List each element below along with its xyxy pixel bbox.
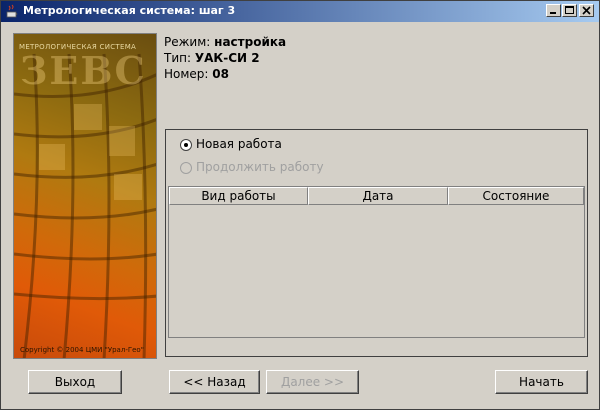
start-button[interactable]: Начать: [495, 370, 588, 394]
type-line: Тип: УАК-СИ 2: [164, 51, 260, 65]
java-app-icon: [5, 4, 19, 18]
mode-label: Режим:: [164, 35, 211, 49]
column-header-status[interactable]: Состояние: [448, 187, 584, 205]
mode-value: настройка: [214, 35, 287, 49]
close-button[interactable]: [579, 4, 594, 17]
close-icon: [582, 6, 591, 15]
maximize-button[interactable]: [562, 4, 577, 17]
number-value: 08: [212, 67, 229, 81]
minimize-icon: [550, 12, 556, 14]
number-label: Номер:: [164, 67, 209, 81]
maximize-icon: [565, 6, 574, 14]
works-table[interactable]: Вид работы Дата Состояние: [168, 186, 585, 338]
column-header-work-type[interactable]: Вид работы: [169, 187, 308, 205]
radio-unchecked-icon: [180, 161, 192, 174]
continue-work-radio: Продолжить работу: [180, 160, 324, 174]
exit-button[interactable]: Выход: [28, 370, 122, 394]
banner-logo: ЗЕВС: [20, 48, 147, 93]
back-button[interactable]: << Назад: [169, 370, 260, 394]
continue-work-label: Продолжить работу: [196, 160, 324, 174]
number-line: Номер: 08: [164, 67, 229, 81]
window-title: Метрологическая система: шаг 3: [23, 4, 236, 17]
product-banner: МЕТРОЛОГИЧЕСКАЯ СИСТЕМА ЗЕВС Copyright ©…: [13, 33, 157, 359]
new-work-label: Новая работа: [196, 137, 282, 151]
minimize-button[interactable]: [546, 4, 561, 17]
wizard-window: Метрологическая система: шаг 3 МЕТРОЛОГИ…: [0, 0, 600, 410]
new-work-radio[interactable]: Новая работа: [180, 137, 282, 151]
next-button: Далее >>: [266, 370, 359, 394]
table-header: Вид работы Дата Состояние: [169, 187, 584, 205]
type-value: УАК-СИ 2: [194, 51, 260, 65]
column-header-date[interactable]: Дата: [308, 187, 448, 205]
work-panel: Новая работа Продолжить работу Вид работ…: [165, 129, 588, 357]
type-label: Тип:: [164, 51, 192, 65]
mode-line: Режим: настройка: [164, 35, 286, 49]
radio-checked-icon[interactable]: [180, 138, 192, 151]
table-body[interactable]: [169, 205, 584, 337]
title-bar[interactable]: Метрологическая система: шаг 3: [1, 1, 599, 22]
copyright-text: Copyright © 2004 ЦМИ "Урал-Гео": [20, 346, 144, 354]
